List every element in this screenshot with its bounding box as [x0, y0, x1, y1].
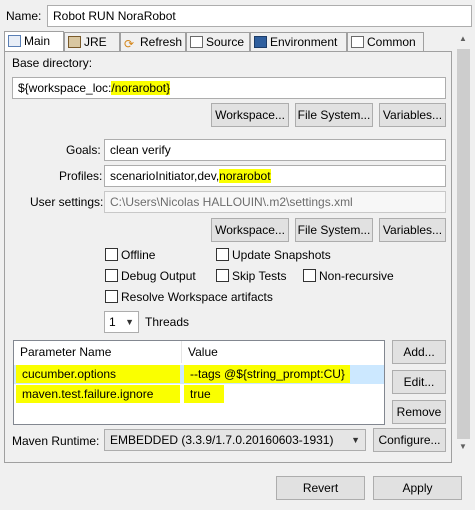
column-header-value[interactable]: Value [182, 341, 384, 363]
tab-environment-label: Environment [270, 35, 338, 49]
offline-label: Offline [121, 248, 156, 262]
row-1-name: cucumber.options [16, 365, 180, 383]
threads-select[interactable]: 1 ▼ [104, 311, 139, 333]
tab-environment[interactable]: Environment [250, 32, 347, 51]
tab-refresh[interactable]: ⟳ Refresh [120, 32, 186, 51]
main-tab-icon [8, 35, 21, 47]
profiles-input[interactable]: scenarioInitiator,dev,norarobot [104, 165, 446, 187]
profiles-highlight: norarobot [219, 169, 271, 183]
variables-button[interactable]: Variables... [379, 103, 446, 127]
scrollbar-thumb[interactable] [457, 49, 470, 439]
scroll-down-icon[interactable]: ▼ [459, 442, 467, 451]
name-label: Name: [6, 9, 42, 23]
non-recursive-checkbox[interactable] [303, 269, 316, 282]
vertical-scrollbar[interactable]: ▲ ▼ [455, 32, 472, 456]
base-directory-input[interactable]: ${workspace_loc:/norarobot} [12, 77, 446, 99]
row-2-name[interactable]: maven.test.failure.ignore [16, 385, 180, 403]
common-icon [351, 36, 364, 48]
base-directory-highlight: /norarobot} [111, 81, 171, 95]
settings-variables-button[interactable]: Variables... [379, 218, 446, 242]
tab-main-label: Main [24, 34, 51, 48]
refresh-icon: ⟳ [124, 37, 135, 51]
threads-label: Threads [145, 315, 190, 329]
row-1-value: --tags @${string_prompt:CU} [184, 365, 350, 383]
column-header-parameter-name[interactable]: Parameter Name [14, 341, 182, 363]
maven-runtime-select[interactable]: EMBEDDED (3.3.9/1.7.0.20160603-1931) ▼ [104, 429, 366, 451]
base-directory-prefix: ${workspace_loc: [18, 81, 112, 95]
settings-workspace-button[interactable]: Workspace... [211, 218, 289, 242]
debug-output-checkbox[interactable] [105, 269, 118, 282]
update-snapshots-label: Update Snapshots [232, 248, 331, 262]
base-directory-label: Base directory: [12, 56, 93, 70]
update-snapshots-checkbox[interactable] [216, 248, 229, 261]
jre-icon [68, 36, 81, 48]
goals-input[interactable]: clean verify [104, 139, 446, 161]
maven-runtime-label: Maven Runtime: [12, 434, 100, 448]
tab-common-label: Common [367, 35, 416, 49]
chevron-down-icon: ▼ [125, 317, 134, 327]
resolve-workspace-checkbox[interactable] [105, 290, 118, 303]
tab-jre-label: JRE [84, 35, 107, 49]
tab-main[interactable]: Main [4, 31, 64, 52]
profiles-prefix: scenarioInitiator,dev, [110, 169, 220, 183]
skip-tests-label: Skip Tests [232, 269, 287, 283]
skip-tests-checkbox[interactable] [216, 269, 229, 282]
offline-checkbox[interactable] [105, 248, 118, 261]
revert-button[interactable]: Revert [276, 476, 365, 500]
settings-file-system-button[interactable]: File System... [295, 218, 373, 242]
source-icon [190, 36, 203, 48]
user-settings-label: User settings: [30, 195, 104, 209]
apply-button[interactable]: Apply [373, 476, 462, 500]
tab-jre[interactable]: JRE [64, 32, 120, 51]
name-input[interactable]: Robot RUN NoraRobot [47, 5, 472, 27]
resolve-workspace-label: Resolve Workspace artifacts [121, 290, 273, 304]
parameters-table[interactable]: Parameter Name Value cucumber.options --… [13, 340, 385, 425]
scroll-up-icon[interactable]: ▲ [459, 34, 467, 43]
tab-source[interactable]: Source [186, 32, 250, 51]
tab-source-label: Source [206, 35, 245, 49]
environment-icon [254, 36, 267, 48]
non-recursive-label: Non-recursive [319, 269, 394, 283]
debug-output-label: Debug Output [121, 269, 196, 283]
file-system-button[interactable]: File System... [295, 103, 373, 127]
profiles-label: Profiles: [59, 169, 103, 183]
runtime-chevron-down-icon: ▼ [351, 435, 360, 445]
add-parameter-button[interactable]: Add... [392, 340, 446, 364]
goals-label: Goals: [66, 143, 101, 157]
threads-value: 1 [109, 315, 116, 329]
tab-refresh-label: Refresh [140, 35, 183, 49]
maven-runtime-value: EMBEDDED (3.3.9/1.7.0.20160603-1931) [110, 433, 334, 447]
workspace-button[interactable]: Workspace... [211, 103, 289, 127]
configure-button[interactable]: Configure... [373, 428, 446, 452]
remove-parameter-button[interactable]: Remove [392, 400, 446, 424]
user-settings-input[interactable]: C:\Users\Nicolas HALLOUIN\.m2\settings.x… [104, 191, 446, 213]
row-2-value: true [184, 385, 224, 403]
edit-parameter-button[interactable]: Edit... [392, 370, 446, 394]
tab-common[interactable]: Common [347, 32, 424, 51]
